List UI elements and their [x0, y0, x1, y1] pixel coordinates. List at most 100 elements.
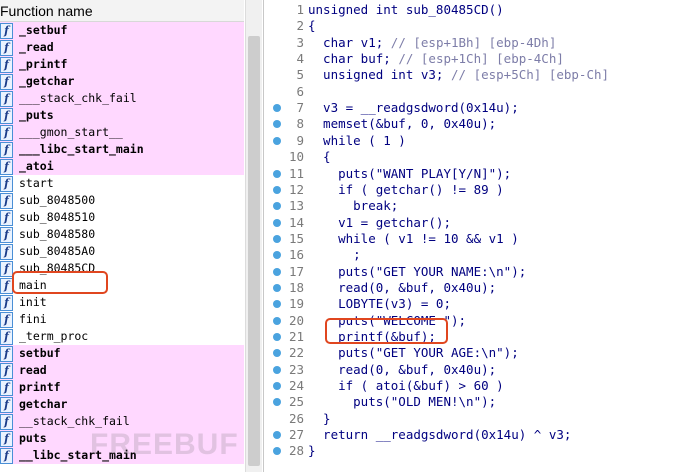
function-item[interactable]: f _read: [0, 39, 244, 56]
function-item[interactable]: f _term_proc: [0, 328, 244, 345]
function-item[interactable]: f sub_8048510: [0, 209, 244, 226]
line-number: 19: [288, 296, 304, 312]
function-item[interactable]: f ___stack_chk_fail: [0, 90, 244, 107]
code-line[interactable]: 15 while ( v1 != 10 && v1 ): [264, 231, 690, 247]
function-item[interactable]: f _getchar: [0, 73, 244, 90]
breakpoint-dot-icon[interactable]: [273, 104, 281, 113]
code-line[interactable]: 24 if ( atoi(&buf) > 60 ): [264, 378, 690, 394]
code-line[interactable]: 27 return __readgsdword(0x14u) ^ v3;: [264, 427, 690, 443]
function-name: ___stack_chk_fail: [19, 91, 137, 105]
function-name: setbuf: [19, 346, 61, 360]
breakpoint-dot-icon[interactable]: [273, 218, 281, 227]
code-text: while ( v1 != 10 && v1 ): [308, 230, 519, 246]
breakpoint-dot-icon[interactable]: [273, 267, 281, 276]
function-icon: f: [0, 312, 13, 328]
code-line[interactable]: 25 puts("OLD MEN!\n");: [264, 394, 690, 410]
code-text: }: [308, 443, 316, 459]
code-line[interactable]: 22 puts("GET YOUR AGE:\n");: [264, 345, 690, 361]
function-item[interactable]: f read: [0, 362, 244, 379]
breakpoint-dot-icon[interactable]: [273, 382, 281, 391]
code-line[interactable]: 26 }: [264, 411, 690, 427]
code-line[interactable]: 14 v1 = getchar();: [264, 215, 690, 231]
code-line[interactable]: 5 unsigned int v3; // [esp+5Ch] [ebp-Ch]: [264, 67, 690, 83]
line-number: 16: [288, 247, 304, 263]
line-number: 1: [296, 2, 304, 17]
function-item[interactable]: f _setbuf: [0, 22, 244, 39]
breakpoint-dot-icon[interactable]: [273, 283, 281, 292]
code-line[interactable]: 3 char v1; // [esp+1Bh] [ebp-4Dh]: [264, 35, 690, 51]
function-item[interactable]: f sub_8048500: [0, 192, 244, 209]
function-item[interactable]: f sub_8048580: [0, 226, 244, 243]
function-item[interactable]: f _atoi: [0, 158, 244, 175]
code-line[interactable]: 16 ;: [264, 247, 690, 263]
code-line[interactable]: 8 memset(&buf, 0, 0x40u);: [264, 116, 690, 132]
function-item[interactable]: f _puts: [0, 107, 244, 124]
code-text: read(0, &buf, 0x40u);: [308, 361, 497, 377]
functions-scrollbar[interactable]: [245, 0, 262, 472]
line-number: 7: [296, 100, 304, 116]
code-line[interactable]: 23 read(0, &buf, 0x40u);: [264, 362, 690, 378]
code-line[interactable]: 17 puts("GET YOUR NAME:\n");: [264, 264, 690, 280]
breakpoint-dot-icon[interactable]: [273, 120, 281, 129]
code-line[interactable]: 11 puts("WANT PLAY[Y/N]");: [264, 166, 690, 182]
breakpoint-dot-icon[interactable]: [273, 349, 281, 358]
functions-column-header[interactable]: Function name: [0, 0, 244, 22]
breakpoint-dot-icon[interactable]: [273, 136, 281, 145]
code-line[interactable]: 4 char buf; // [esp+1Ch] [ebp-4Ch]: [264, 51, 690, 67]
code-text: unsigned int sub_80485CD(): [308, 2, 504, 17]
code-line[interactable]: 7 v3 = __readgsdword(0x14u);: [264, 100, 690, 116]
function-name: read: [19, 363, 47, 377]
function-item[interactable]: f _printf: [0, 56, 244, 73]
code-line[interactable]: 2{: [264, 18, 690, 34]
code-text: }: [308, 410, 331, 426]
function-name: sub_8048580: [19, 227, 96, 241]
code-line[interactable]: 1 unsigned int sub_80485CD(): [264, 2, 690, 18]
function-item[interactable]: f printf: [0, 379, 244, 396]
code-text: v1 = getchar();: [308, 214, 451, 230]
line-number: 22: [288, 345, 304, 361]
breakpoint-dot-icon[interactable]: [273, 398, 281, 407]
code-line[interactable]: 28}: [264, 443, 690, 459]
breakpoint-dot-icon[interactable]: [273, 431, 281, 440]
function-name: _printf: [19, 57, 68, 71]
code-text: LOBYTE(v3) = 0;: [308, 296, 451, 312]
code-line[interactable]: 12 if ( getchar() != 89 ): [264, 182, 690, 198]
function-item[interactable]: f setbuf: [0, 345, 244, 362]
breakpoint-dot-icon[interactable]: [273, 316, 281, 325]
function-item[interactable]: f ___libc_start_main: [0, 141, 244, 158]
breakpoint-dot-icon[interactable]: [273, 202, 281, 211]
function-name: _atoi: [19, 159, 54, 173]
breakpoint-dot-icon[interactable]: [273, 185, 281, 194]
code-line[interactable]: 6: [264, 84, 690, 100]
breakpoint-dot-icon[interactable]: [273, 251, 281, 260]
breakpoint-dot-icon[interactable]: [273, 365, 281, 374]
code-line[interactable]: 18 read(0, &buf, 0x40u);: [264, 280, 690, 296]
functions-scrollbar-thumb[interactable]: [248, 36, 260, 466]
code-line[interactable]: 10 {: [264, 149, 690, 165]
function-name: init: [19, 295, 47, 309]
function-icon: f: [0, 193, 13, 209]
code-line[interactable]: 19 LOBYTE(v3) = 0;: [264, 296, 690, 312]
code-line[interactable]: 9 while ( 1 ): [264, 133, 690, 149]
code-line[interactable]: 13 break;: [264, 198, 690, 214]
function-item[interactable]: f getchar: [0, 396, 244, 413]
pseudocode-pane: 1 unsigned int sub_80485CD() 2{3 char v1; …: [263, 0, 690, 472]
breakpoint-dot-icon[interactable]: [273, 234, 281, 243]
function-icon: f: [0, 397, 13, 413]
function-item[interactable]: f start: [0, 175, 244, 192]
line-number: 13: [288, 198, 304, 214]
function-item[interactable]: f ___gmon_start__: [0, 124, 244, 141]
code-text: v3 = __readgsdword(0x14u);: [308, 100, 519, 116]
breakpoint-dot-icon[interactable]: [273, 447, 281, 456]
breakpoint-dot-icon[interactable]: [273, 333, 281, 341]
function-name: sub_8048500: [19, 193, 96, 207]
function-name: sub_8048510: [19, 210, 96, 224]
code-text: return __readgsdword(0x14u) ^ v3;: [308, 427, 572, 443]
function-icon: f: [0, 74, 13, 90]
function-item[interactable]: f sub_80485A0: [0, 243, 244, 260]
function-item[interactable]: f init: [0, 294, 244, 311]
function-icon: f: [0, 91, 13, 107]
breakpoint-dot-icon[interactable]: [273, 300, 281, 309]
function-item[interactable]: f fini: [0, 311, 244, 328]
breakpoint-dot-icon[interactable]: [273, 169, 281, 178]
